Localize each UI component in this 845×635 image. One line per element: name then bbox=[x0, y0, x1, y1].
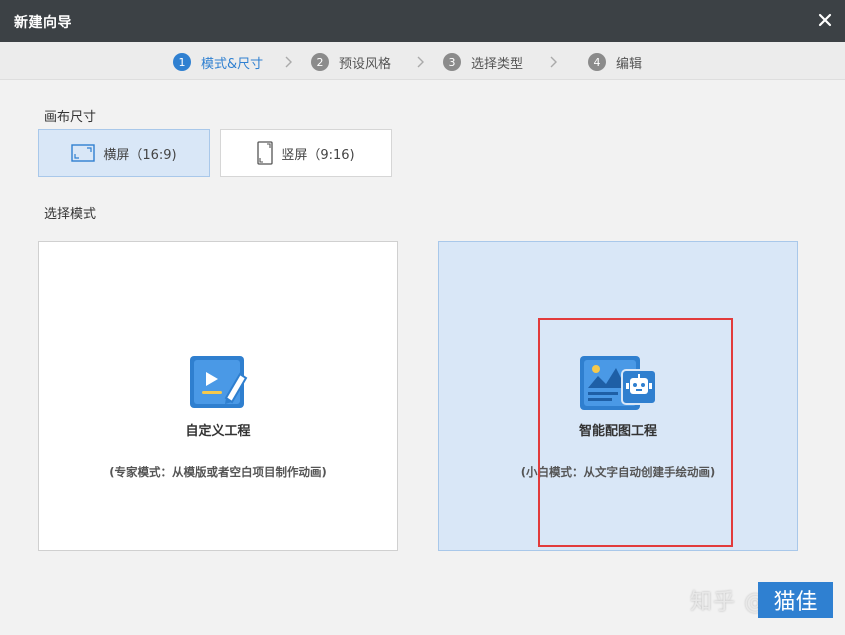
smart-illustration-card[interactable]: 智能配图工程 (小白模式：从文字自动创建手绘动画) bbox=[438, 241, 798, 551]
window-title: 新建向导 bbox=[14, 15, 72, 31]
step-number: 2 bbox=[311, 53, 329, 71]
step-number: 3 bbox=[443, 53, 461, 71]
portrait-label: 竖屏（9:16) bbox=[281, 147, 355, 163]
smart-illustration-name: 智能配图工程 bbox=[578, 424, 657, 439]
title-bar: 新建向导 bbox=[0, 0, 845, 42]
landscape-screen-icon bbox=[71, 144, 96, 162]
chevron-right-icon bbox=[285, 56, 292, 68]
watermark-text: 知乎 @ bbox=[690, 590, 767, 615]
step-number: 1 bbox=[173, 53, 191, 71]
landscape-option[interactable]: 横屏（16:9) bbox=[38, 129, 210, 177]
step-number: 4 bbox=[588, 53, 606, 71]
wizard-steps: 1 模式&尺寸 2 预设风格 3 选择类型 4 编辑 bbox=[0, 42, 845, 80]
close-icon bbox=[818, 13, 832, 27]
smart-illustration-icon bbox=[580, 356, 657, 410]
custom-project-desc: (专家模式：从模版或者空白项目制作动画) bbox=[109, 465, 327, 479]
step-mode-size[interactable]: 1 模式&尺寸 bbox=[173, 52, 263, 72]
chevron-right-icon bbox=[550, 56, 557, 68]
step-label: 编辑 bbox=[616, 56, 643, 72]
step-edit[interactable]: 4 编辑 bbox=[588, 52, 642, 72]
smart-illustration-desc: (小白模式：从文字自动创建手绘动画) bbox=[520, 465, 716, 479]
custom-project-icon bbox=[190, 356, 248, 408]
custom-project-card[interactable]: 自定义工程 (专家模式：从模版或者空白项目制作动画) bbox=[38, 241, 398, 551]
step-select-type[interactable]: 3 选择类型 bbox=[443, 52, 523, 72]
chevron-right-icon bbox=[417, 56, 424, 68]
close-button[interactable] bbox=[813, 8, 837, 32]
portrait-option[interactable]: 竖屏（9:16) bbox=[220, 129, 392, 177]
landscape-label: 横屏（16:9) bbox=[103, 147, 177, 163]
canvas-size-label: 画布尺寸 bbox=[44, 110, 97, 125]
step-label: 模式&尺寸 bbox=[201, 56, 264, 72]
custom-project-name: 自定义工程 bbox=[185, 424, 251, 439]
portrait-screen-icon bbox=[257, 141, 274, 165]
step-label: 预设风格 bbox=[339, 56, 392, 72]
next-button[interactable]: 猫佳 bbox=[758, 582, 833, 618]
step-label: 选择类型 bbox=[471, 56, 524, 72]
select-mode-label: 选择模式 bbox=[44, 207, 97, 222]
step-preset-style[interactable]: 2 预设风格 bbox=[311, 52, 391, 72]
